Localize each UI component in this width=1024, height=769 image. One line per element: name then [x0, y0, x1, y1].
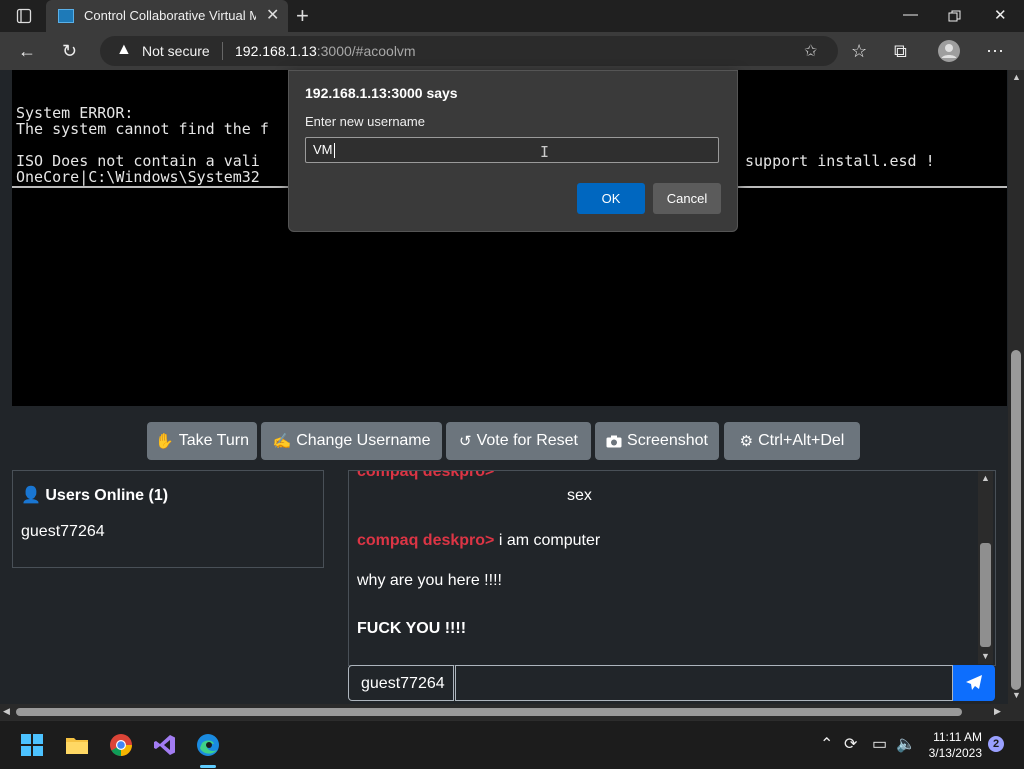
change-username-label: Change Username	[296, 432, 431, 449]
paper-plane-icon	[966, 675, 982, 690]
back-icon[interactable]: ←	[18, 41, 36, 62]
change-username-button[interactable]: ✍ Change Username	[261, 422, 442, 460]
rotate-left-icon: ↺	[459, 433, 472, 450]
chat-message: FUCK YOU !!!!	[357, 620, 466, 638]
chat-text: i am computer	[498, 532, 601, 549]
chat-text: why are you here !!!!	[357, 572, 502, 589]
warning-icon: ▲	[116, 41, 132, 58]
title-bar: Control Collaborative Virtual Ma ✕ + — ✕	[0, 0, 1024, 32]
ctrl-alt-del-label: Ctrl+Alt+Del	[758, 432, 845, 449]
page-horizontal-scrollbar[interactable]: ◀ ▶	[0, 704, 1008, 720]
chrome-icon[interactable]	[109, 733, 133, 757]
tab-close-icon[interactable]: ✕	[266, 5, 279, 25]
username-input-value: VM	[313, 142, 333, 157]
console-line: support install.esd !	[745, 152, 935, 170]
file-explorer-icon[interactable]	[65, 733, 89, 757]
username-input[interactable]: VM	[305, 137, 719, 163]
dialog-label: Enter new username	[305, 114, 425, 129]
chat-username-label: guest77264	[348, 665, 454, 701]
users-online-label: Users Online (1)	[45, 487, 169, 504]
clock-time: 11:11 AM	[933, 730, 982, 744]
add-favorite-icon[interactable]: ✩	[804, 41, 817, 61]
chat-message: compaq deskpro>	[357, 470, 495, 481]
prompt-dialog: 192.168.1.13:3000 says Enter new usernam…	[288, 70, 738, 232]
screenshot-label: Screenshot	[627, 432, 708, 449]
ctrl-alt-del-button[interactable]: ⚙ Ctrl+Alt+Del	[724, 422, 860, 460]
tab-actions-icon[interactable]	[16, 8, 32, 24]
vm-favicon-icon	[58, 9, 74, 23]
clock-date: 3/13/2023	[928, 746, 982, 760]
chat-scrollbar[interactable]: ▲ ▼	[978, 471, 993, 664]
chat-panel: compaq deskpro> sex compaq deskpro> i am…	[348, 470, 996, 666]
minimize-icon[interactable]: —	[903, 6, 918, 23]
console-line: OneCore|C:\Windows\System32	[16, 168, 260, 186]
url-path: :3000/#acoolvm	[316, 43, 416, 59]
signature-icon: ✍	[272, 433, 292, 450]
scrollbar-corner	[1008, 704, 1024, 720]
restore-icon[interactable]	[948, 10, 961, 23]
network-icon[interactable]: ▭	[872, 734, 887, 754]
gear-icon: ⚙	[739, 433, 754, 450]
console-line: The system cannot find the f	[16, 120, 269, 138]
hand-icon: ✋	[155, 433, 174, 450]
user-icon: 👤	[21, 487, 41, 504]
close-window-icon[interactable]: ✕	[994, 6, 1007, 24]
camera-icon	[606, 435, 622, 447]
screenshot-button[interactable]: Screenshot	[595, 422, 719, 460]
browser-tab[interactable]: Control Collaborative Virtual Ma ✕	[46, 0, 288, 32]
take-turn-label: Take Turn	[178, 432, 249, 449]
chat-username: compaq deskpro>	[357, 470, 495, 480]
chat-message: sex	[567, 487, 592, 505]
chevron-up-icon[interactable]: ⌃	[820, 734, 833, 754]
scroll-down-icon[interactable]: ▼	[1012, 690, 1021, 700]
chat-message: compaq deskpro> i am computer	[357, 532, 600, 550]
scroll-right-icon[interactable]: ▶	[994, 706, 1001, 717]
profile-avatar-icon[interactable]	[938, 40, 960, 62]
edge-browser-icon[interactable]	[196, 733, 220, 757]
scroll-up-icon[interactable]: ▲	[1012, 72, 1021, 82]
chat-input[interactable]	[455, 665, 953, 701]
horizontal-scroll-thumb[interactable]	[16, 708, 962, 716]
more-menu-icon[interactable]: ⋯	[986, 41, 1004, 62]
chat-text: FUCK YOU !!!!	[357, 620, 467, 637]
volume-icon[interactable]: 🔈	[896, 734, 916, 754]
i-beam-cursor-icon: I	[540, 143, 550, 161]
taskbar: ⌃ ⟳ ▭ 🔈 11:11 AM 3/13/2023 2	[0, 720, 1024, 769]
security-status[interactable]: Not secure	[142, 43, 210, 59]
notification-badge[interactable]: 2	[988, 736, 1004, 752]
chat-scroll-thumb[interactable]	[980, 543, 991, 647]
chat-username: compaq deskpro>	[357, 532, 495, 549]
scroll-down-icon[interactable]: ▼	[981, 651, 990, 661]
scroll-up-icon[interactable]: ▲	[981, 473, 990, 483]
chat-text: sex	[567, 487, 592, 504]
ok-button[interactable]: OK	[577, 183, 645, 214]
users-online-panel: 👤 Users Online (1) guest77264	[12, 470, 324, 568]
new-tab-icon[interactable]: +	[296, 3, 309, 29]
sync-icon[interactable]: ⟳	[844, 734, 857, 754]
scroll-left-icon[interactable]: ◀	[3, 706, 10, 717]
dialog-title: 192.168.1.13:3000 says	[305, 85, 458, 101]
vote-reset-button[interactable]: ↺ Vote for Reset	[446, 422, 591, 460]
tab-title: Control Collaborative Virtual Ma	[84, 8, 256, 23]
url-host: 192.168.1.13	[235, 43, 317, 59]
system-clock[interactable]: 11:11 AM 3/13/2023	[924, 729, 982, 761]
page-vertical-scrollbar[interactable]: ▲ ▼	[1008, 70, 1024, 704]
address-bar[interactable]: ▲ Not secure 192.168.1.13:3000/#acoolvm …	[100, 36, 838, 66]
text-caret	[333, 143, 335, 159]
windows-start-icon[interactable]	[20, 733, 44, 757]
collections-icon[interactable]: ⧉	[894, 41, 907, 62]
refresh-icon[interactable]: ↻	[62, 41, 77, 62]
visual-studio-icon[interactable]	[153, 733, 177, 757]
take-turn-button[interactable]: ✋ Take Turn	[147, 422, 257, 460]
page-scroll-thumb[interactable]	[1011, 350, 1021, 690]
chat-message: why are you here !!!!	[357, 572, 502, 590]
vote-reset-label: Vote for Reset	[476, 432, 578, 449]
user-list-item[interactable]: guest77264	[21, 523, 105, 541]
send-button[interactable]	[953, 665, 995, 701]
address-url[interactable]: 192.168.1.13:3000/#acoolvm	[235, 43, 416, 59]
cancel-button[interactable]: Cancel	[653, 183, 721, 214]
users-online-title: 👤 Users Online (1)	[21, 485, 168, 505]
address-separator	[222, 42, 223, 60]
favorites-icon[interactable]: ☆	[851, 41, 867, 62]
